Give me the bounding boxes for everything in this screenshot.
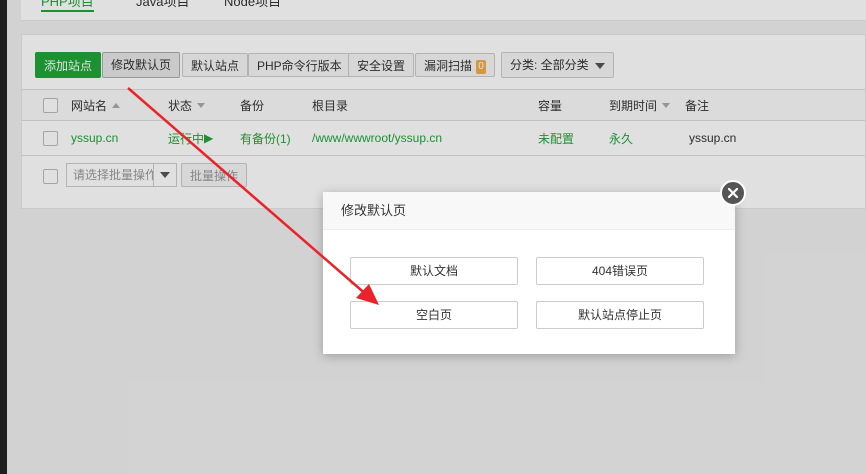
left-sidebar-strip — [0, 0, 7, 474]
dialog-title: 修改默认页 — [323, 192, 735, 230]
error-404-page-button[interactable]: 404错误页 — [536, 257, 704, 285]
close-icon — [727, 187, 739, 199]
default-document-button[interactable]: 默认文档 — [350, 257, 518, 285]
close-dialog-button[interactable] — [720, 180, 746, 206]
blank-page-button[interactable]: 空白页 — [350, 301, 518, 329]
site-stopped-page-button[interactable]: 默认站点停止页 — [536, 301, 704, 329]
edit-default-page-dialog: 修改默认页 默认文档 404错误页 空白页 默认站点停止页 — [323, 192, 735, 354]
